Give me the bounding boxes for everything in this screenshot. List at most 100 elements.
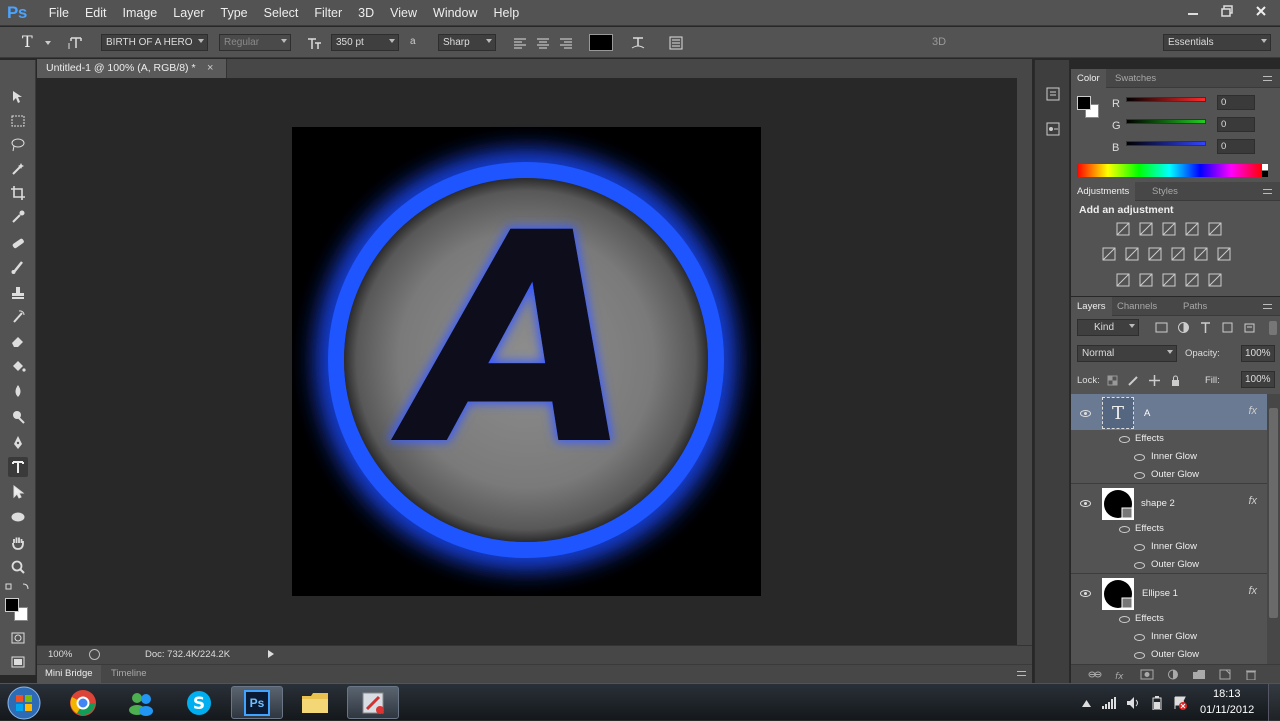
restore-icon[interactable]	[1218, 3, 1236, 19]
menu-type[interactable]: Type	[213, 0, 256, 26]
curves-icon[interactable]	[1162, 222, 1176, 236]
history-brush-tool-icon[interactable]	[8, 307, 28, 327]
menu-edit[interactable]: Edit	[77, 0, 115, 26]
network-icon[interactable]	[1102, 697, 1116, 709]
color-panel-menu-icon[interactable]	[1263, 76, 1272, 81]
tab-swatches[interactable]: Swatches	[1109, 69, 1162, 88]
visibility-eye-icon[interactable]	[1080, 410, 1091, 417]
menu-view[interactable]: View	[382, 0, 425, 26]
clock-time[interactable]: 18:13	[1213, 688, 1241, 700]
posterize-icon[interactable]	[1139, 273, 1153, 287]
filter-pixel-icon[interactable]	[1155, 321, 1168, 334]
align-left-icon[interactable]	[512, 35, 528, 51]
tab-paths[interactable]: Paths	[1177, 297, 1213, 316]
black-white-ramp[interactable]	[1262, 164, 1268, 177]
folder-icon[interactable]	[289, 686, 341, 719]
properties-panel-icon[interactable]	[1044, 120, 1062, 138]
font-style-select[interactable]: Regular	[219, 34, 291, 51]
menu-filter[interactable]: Filter	[306, 0, 350, 26]
type-tool-icon[interactable]	[8, 457, 28, 477]
gradient-map-icon[interactable]	[1208, 273, 1222, 287]
effect-visibility-icon[interactable]	[1134, 562, 1145, 569]
effect-inner-glow-row[interactable]: Inner Glow	[1071, 448, 1267, 466]
layer-fx-icon[interactable]: fx	[1248, 405, 1257, 417]
effect-inner-glow-row[interactable]: Inner Glow	[1071, 628, 1267, 646]
channel-b-slider[interactable]	[1126, 141, 1206, 146]
effects-row[interactable]: Effects	[1071, 520, 1267, 538]
skype-icon[interactable]: S	[173, 686, 225, 719]
fill-input[interactable]: 100%	[1241, 371, 1275, 388]
status-menu-arrow[interactable]	[268, 650, 274, 658]
character-panel-icon[interactable]	[668, 35, 684, 51]
channel-r-slider[interactable]	[1126, 97, 1206, 102]
tab-adjustments[interactable]: Adjustments	[1071, 182, 1136, 201]
clone-stamp-tool-icon[interactable]	[8, 283, 28, 303]
menu-file[interactable]: File	[41, 0, 77, 26]
eraser-tool-icon[interactable]	[8, 331, 28, 351]
tray-expand-icon[interactable]	[1082, 699, 1091, 707]
menu-3d[interactable]: 3D	[350, 0, 382, 26]
link-layers-icon[interactable]	[1088, 669, 1102, 680]
close-icon[interactable]	[1252, 3, 1270, 19]
marquee-tool-icon[interactable]	[8, 111, 28, 131]
battery-icon[interactable]	[1152, 696, 1162, 710]
effect-visibility-icon[interactable]	[1134, 472, 1145, 479]
color-balance-icon[interactable]	[1125, 247, 1139, 261]
channel-mixer-icon[interactable]	[1194, 247, 1208, 261]
eyedropper-tool-icon[interactable]	[8, 207, 28, 227]
layer-name[interactable]: shape 2	[1141, 498, 1175, 509]
ellipse-tool-icon[interactable]	[8, 507, 28, 527]
align-center-icon[interactable]	[535, 35, 551, 51]
tab-styles[interactable]: Styles	[1146, 182, 1184, 201]
menu-window[interactable]: Window	[425, 0, 485, 26]
levels-icon[interactable]	[1139, 222, 1153, 236]
filter-shape-icon[interactable]	[1221, 321, 1234, 334]
channel-b-input[interactable]: 0	[1217, 139, 1255, 154]
visibility-eye-icon[interactable]	[1080, 590, 1091, 597]
magic-wand-tool-icon[interactable]	[8, 159, 28, 179]
add-mask-icon[interactable]	[1140, 669, 1154, 680]
paint-bucket-tool-icon[interactable]	[8, 357, 28, 377]
layer-filter-toggle[interactable]	[1269, 321, 1277, 335]
hand-tool-icon[interactable]	[8, 533, 28, 553]
align-right-icon[interactable]	[558, 35, 574, 51]
effect-outer-glow-row[interactable]: Outer Glow	[1071, 556, 1267, 574]
channel-g-input[interactable]: 0	[1217, 117, 1255, 132]
pen-tool-icon[interactable]	[8, 433, 28, 453]
add-style-icon[interactable]: fx	[1114, 669, 1128, 680]
paint-icon[interactable]	[347, 686, 399, 719]
text-orientation-icon[interactable]	[68, 35, 84, 51]
adjustments-panel-menu-icon[interactable]	[1263, 189, 1272, 194]
layer-filter-select[interactable]: Kind	[1077, 319, 1139, 336]
tab-layers[interactable]: Layers	[1071, 297, 1112, 316]
canvas-vertical-scrollbar[interactable]	[1017, 78, 1032, 645]
effects-visibility-icon[interactable]	[1119, 436, 1130, 443]
effects-row[interactable]: Effects	[1071, 610, 1267, 628]
effect-outer-glow-row[interactable]: Outer Glow	[1071, 646, 1267, 664]
close-document-icon[interactable]: ×	[207, 59, 213, 78]
effect-outer-glow-row[interactable]: Outer Glow	[1071, 466, 1267, 484]
swap-colors-icon[interactable]	[5, 582, 31, 592]
document-canvas[interactable]: A	[37, 78, 1017, 645]
channel-g-slider[interactable]	[1126, 119, 1206, 124]
new-group-icon[interactable]	[1192, 669, 1206, 680]
menu-help[interactable]: Help	[486, 0, 528, 26]
antialias-select[interactable]: Sharp	[438, 34, 496, 51]
layer-name[interactable]: A	[1144, 408, 1150, 419]
effect-visibility-icon[interactable]	[1134, 544, 1145, 551]
new-fill-layer-icon[interactable]	[1166, 669, 1180, 680]
show-desktop-button[interactable]	[1268, 684, 1280, 721]
text-color-swatch[interactable]	[589, 34, 613, 51]
foreground-color-swatch[interactable]	[5, 598, 19, 612]
messenger-icon[interactable]	[115, 686, 167, 719]
color-fg-swatch[interactable]	[1077, 96, 1091, 110]
tab-channels[interactable]: Channels	[1111, 297, 1163, 316]
invert-icon[interactable]	[1116, 273, 1130, 287]
crop-tool-icon[interactable]	[8, 183, 28, 203]
color-lookup-icon[interactable]	[1217, 247, 1231, 261]
workspace-select[interactable]: Essentials	[1163, 34, 1271, 51]
selective-color-icon[interactable]	[1185, 273, 1199, 287]
new-layer-icon[interactable]	[1218, 669, 1232, 680]
layer-row[interactable]: shape 2 fx	[1071, 484, 1267, 524]
chrome-icon[interactable]	[57, 686, 109, 719]
